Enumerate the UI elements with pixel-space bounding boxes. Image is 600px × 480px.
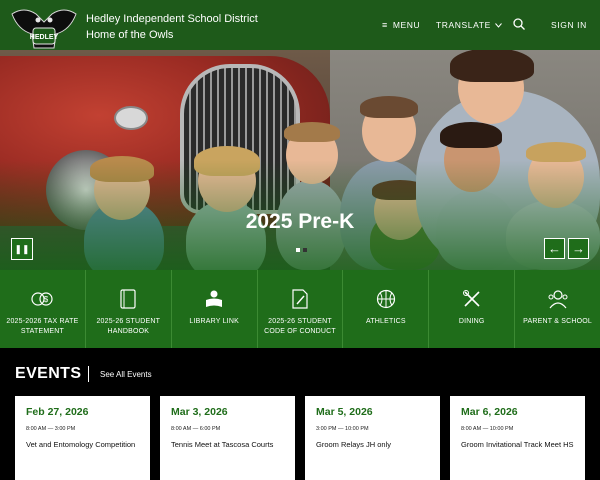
- quick-link-dining[interactable]: DINING: [429, 270, 516, 348]
- menu-button[interactable]: ≡ MENU: [382, 0, 420, 50]
- event-time: 8:00 AM — 6:00 PM: [171, 426, 221, 432]
- pause-button[interactable]: ❚❚: [11, 238, 33, 260]
- event-card[interactable]: Mar 6, 2026 8:00 AM — 10:00 PM Groom Inv…: [450, 396, 585, 480]
- basketball-icon: [375, 288, 397, 310]
- sign-in-label: SIGN IN: [551, 20, 587, 30]
- events-heading: EVENTS: [15, 365, 82, 382]
- event-date: Feb 27, 2026: [26, 406, 89, 418]
- quick-link-student-handbook[interactable]: 2025-26 STUDENT HANDBOOK: [86, 270, 172, 348]
- chevron-down-icon: [494, 20, 502, 30]
- event-card[interactable]: Mar 5, 2026 3:00 PM — 10:00 PM Groom Rel…: [305, 396, 440, 480]
- event-date: Mar 6, 2026: [461, 406, 518, 418]
- event-date: Mar 3, 2026: [171, 406, 228, 418]
- owl-logo-icon[interactable]: HEDLEY: [10, 4, 78, 52]
- event-time: 8:00 AM — 10:00 PM: [461, 426, 514, 432]
- hero-caption: 2025 Pre-K: [245, 210, 355, 233]
- sign-in-link[interactable]: SIGN IN: [551, 0, 587, 50]
- document-pen-icon: [289, 288, 311, 310]
- slide-dot-2[interactable]: [303, 248, 307, 252]
- event-title: Groom Invitational Track Meet HS: [461, 440, 574, 449]
- search-icon: [513, 18, 525, 32]
- site-header: HEDLEY Hedley Independent School Distric…: [0, 0, 600, 50]
- hamburger-icon: ≡: [382, 20, 388, 30]
- hero-truck-badge: [114, 106, 148, 130]
- district-tagline: Home of the Owls: [86, 29, 174, 41]
- utensils-icon: [461, 288, 483, 310]
- see-all-events-link[interactable]: See All Events: [100, 370, 152, 379]
- event-date: Mar 5, 2026: [316, 406, 373, 418]
- pause-icon: ❚❚: [14, 243, 30, 254]
- event-card[interactable]: Mar 3, 2026 8:00 AM — 6:00 PM Tennis Mee…: [160, 396, 295, 480]
- event-time: 8:00 AM — 3:00 PM: [26, 426, 76, 432]
- previous-slide-button[interactable]: ←: [544, 238, 565, 259]
- slide-dot-1[interactable]: [296, 248, 300, 252]
- reader-icon: [203, 288, 225, 310]
- quick-link-label: LIBRARY LINK: [189, 318, 239, 325]
- svg-text:HEDLEY: HEDLEY: [30, 34, 59, 41]
- events-section: EVENTS See All Events Feb 27, 2026 8:00 …: [0, 348, 600, 480]
- quick-links-bar: $ 2025-2026 TAX RATE STATEMENT 2025-26 S…: [0, 270, 600, 348]
- quick-link-label: DINING: [458, 318, 485, 325]
- quick-link-label: PARENT & SCHOOL: [523, 318, 593, 325]
- quick-link-label: ATHLETICS: [365, 318, 406, 325]
- svg-text:$: $: [44, 295, 49, 304]
- search-button[interactable]: [513, 0, 525, 50]
- district-name: Hedley Independent School District: [86, 13, 258, 25]
- book-icon: [117, 288, 139, 310]
- quick-link-library[interactable]: LIBRARY LINK: [172, 270, 258, 348]
- quick-link-label: 2025-26 STUDENT HANDBOOK: [96, 318, 161, 335]
- event-title: Tennis Meet at Tascosa Courts: [171, 440, 274, 449]
- event-time: 3:00 PM — 10:00 PM: [316, 426, 369, 432]
- district-title[interactable]: Hedley Independent School District Home …: [86, 11, 258, 43]
- translate-label: TRANSLATE: [436, 20, 491, 30]
- family-icon: [547, 288, 569, 310]
- menu-label: MENU: [392, 20, 421, 30]
- quick-link-code-of-conduct[interactable]: 2025-26 STUDENT CODE OF CONDUCT: [258, 270, 344, 348]
- arrow-right-icon: →: [572, 241, 585, 256]
- event-title: Vet and Entomology Competition: [26, 440, 136, 449]
- hero-slideshow: 2025 Pre-K ❚❚ ← →: [0, 50, 600, 270]
- translate-button[interactable]: TRANSLATE: [436, 0, 502, 50]
- arrow-left-icon: ←: [548, 241, 561, 256]
- quick-link-parent-school[interactable]: PARENT & SCHOOL: [515, 270, 600, 348]
- quick-link-label: 2025-2026 TAX RATE STATEMENT: [6, 318, 79, 335]
- next-slide-button[interactable]: →: [568, 238, 589, 259]
- quick-link-tax-rate[interactable]: $ 2025-2026 TAX RATE STATEMENT: [0, 270, 86, 348]
- event-card[interactable]: Feb 27, 2026 8:00 AM — 3:00 PM Vet and E…: [15, 396, 150, 480]
- quick-link-label: 2025-26 STUDENT CODE OF CONDUCT: [264, 318, 336, 335]
- quick-link-athletics[interactable]: ATHLETICS: [343, 270, 430, 348]
- events-divider: [88, 366, 89, 382]
- slide-indicators: [296, 248, 307, 252]
- coins-icon: $: [31, 288, 54, 310]
- event-title: Groom Relays JH only: [316, 440, 392, 449]
